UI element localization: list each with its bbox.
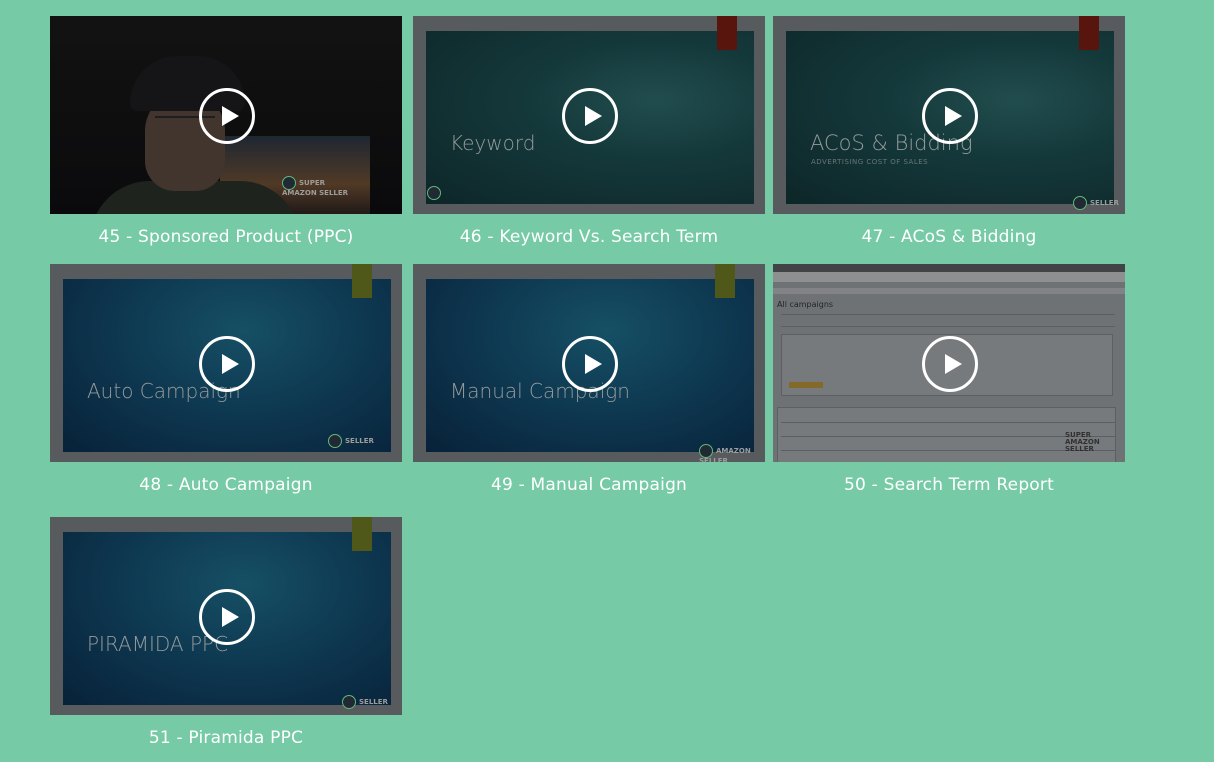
video-thumbnail-50[interactable]: All campaigns SUPER AMAZON SELLER <box>773 264 1125 462</box>
channel-logo <box>427 186 444 200</box>
video-title-50[interactable]: 50 - Search Term Report <box>773 475 1125 495</box>
site-nav-bar <box>773 288 1125 294</box>
video-thumbnail-49[interactable]: Manual Campaign AMAZON SELLER <box>413 264 765 462</box>
channel-logo: SELLER <box>342 695 388 709</box>
play-circle-icon[interactable] <box>199 336 255 392</box>
video-title-46[interactable]: 46 - Keyword Vs. Search Term <box>413 227 765 247</box>
slide-bookmark <box>717 16 737 50</box>
video-thumbnail-48[interactable]: Auto Campaign SELLER <box>50 264 402 462</box>
video-thumbnail-51[interactable]: PIRAMIDA PPC SELLER <box>50 517 402 715</box>
play-circle-icon[interactable] <box>922 336 978 392</box>
browser-tab-bar <box>773 264 1125 272</box>
video-card-48[interactable]: Auto Campaign SELLER 48 - Auto Campaign <box>50 264 402 495</box>
browser-address-bar <box>773 272 1125 282</box>
video-card-49[interactable]: Manual Campaign AMAZON SELLER 49 - Manua… <box>413 264 765 495</box>
video-card-47[interactable]: ACoS & Bidding ADVERTISING COST OF SALES… <box>773 16 1125 247</box>
channel-logo: SELLER <box>328 434 374 448</box>
channel-logo: SELLER <box>1073 196 1119 210</box>
video-title-49[interactable]: 49 - Manual Campaign <box>413 475 765 495</box>
channel-logo: AMAZON SELLER <box>699 444 765 462</box>
play-circle-icon[interactable] <box>199 88 255 144</box>
slide-bookmark <box>715 264 735 298</box>
slide-subtitle: ADVERTISING COST OF SALES <box>811 158 929 166</box>
video-title-47[interactable]: 47 - ACoS & Bidding <box>773 227 1125 247</box>
channel-logo: SUPER AMAZON SELLER <box>282 176 362 197</box>
play-circle-icon[interactable] <box>562 336 618 392</box>
channel-logo: SUPER AMAZON SELLER <box>1065 431 1100 453</box>
video-card-45[interactable]: SUPER AMAZON SELLER 45 - Sponsored Produ… <box>50 16 402 247</box>
video-title-45[interactable]: 45 - Sponsored Product (PPC) <box>50 227 402 247</box>
screen-button <box>789 382 823 388</box>
play-circle-icon[interactable] <box>562 88 618 144</box>
video-thumbnail-47[interactable]: ACoS & Bidding ADVERTISING COST OF SALES… <box>773 16 1125 214</box>
video-title-51[interactable]: 51 - Piramida PPC <box>50 728 402 748</box>
slide-title: Keyword <box>450 131 536 155</box>
video-title-48[interactable]: 48 - Auto Campaign <box>50 475 402 495</box>
video-card-50[interactable]: All campaigns SUPER AMAZON SELLER 50 - S… <box>773 264 1125 495</box>
slide-bookmark <box>352 517 372 551</box>
screen-page-title: All campaigns <box>777 300 834 309</box>
slide-bookmark <box>352 264 372 298</box>
video-thumbnail-45[interactable]: SUPER AMAZON SELLER <box>50 16 402 214</box>
video-card-46[interactable]: Keyword 46 - Keyword Vs. Search Term <box>413 16 765 247</box>
slide-bookmark <box>1079 16 1099 50</box>
video-card-51[interactable]: PIRAMIDA PPC SELLER 51 - Piramida PPC <box>50 517 402 748</box>
video-gallery: SUPER AMAZON SELLER 45 - Sponsored Produ… <box>0 0 1214 762</box>
video-thumbnail-46[interactable]: Keyword <box>413 16 765 214</box>
play-circle-icon[interactable] <box>922 88 978 144</box>
play-circle-icon[interactable] <box>199 589 255 645</box>
